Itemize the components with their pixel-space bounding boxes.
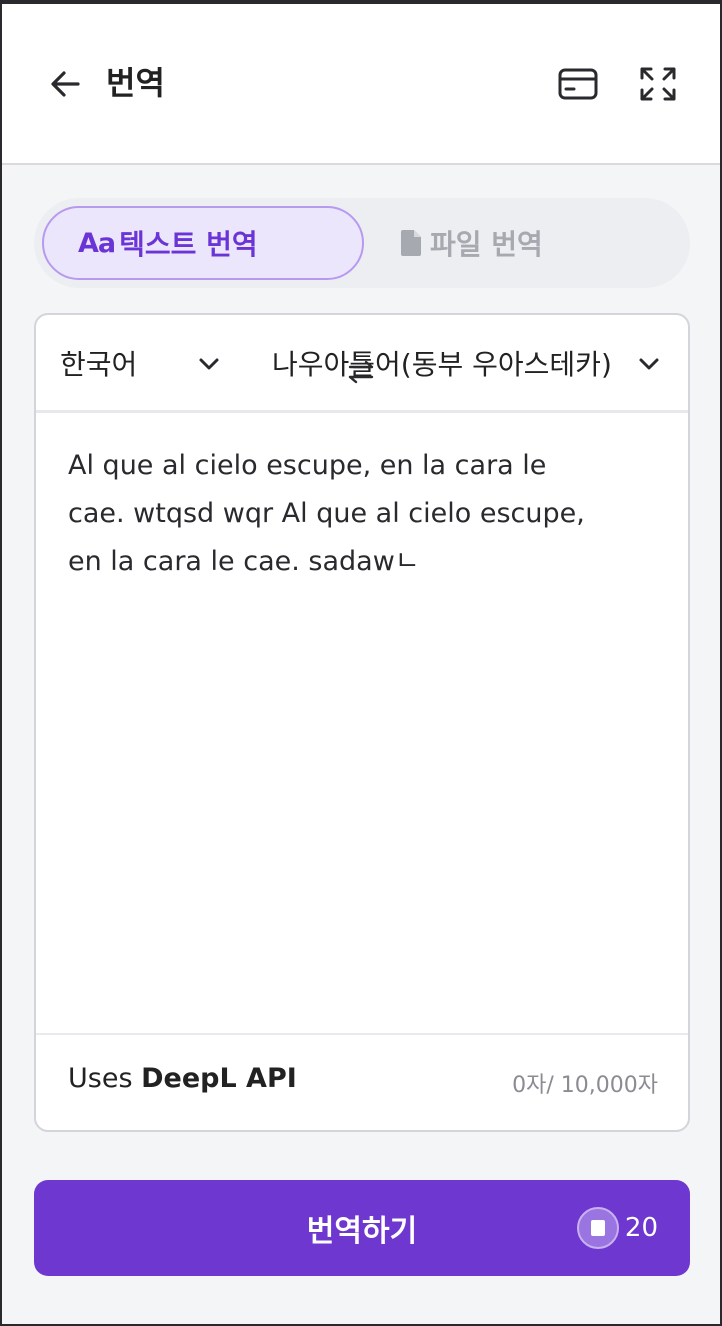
- tab-text-label: 텍스트 번역: [119, 228, 258, 261]
- panel-footer: Uses DeepL API 0자/ 10,000자: [36, 1035, 688, 1130]
- arrow-left-icon[interactable]: [46, 64, 86, 104]
- expand-icon[interactable]: [636, 64, 680, 104]
- tab-text-translation[interactable]: Aa 텍스트 번역: [42, 206, 364, 280]
- provider-prefix: Uses: [68, 1063, 142, 1094]
- target-language-select[interactable]: 나우아틀어(동부 우아스테카): [272, 343, 612, 383]
- chevron-down-icon[interactable]: [636, 351, 662, 377]
- translation-mode-tabs: Aa 텍스트 번역 파일 번역: [34, 198, 690, 288]
- source-language-select[interactable]: 한국어: [60, 343, 137, 383]
- character-counter: 0자/ 10,000자: [512, 1073, 658, 1098]
- credit-card-icon[interactable]: [556, 64, 600, 104]
- file-icon: [401, 230, 421, 256]
- chevron-down-icon[interactable]: [196, 351, 222, 377]
- text-format-icon: Aa: [78, 227, 116, 259]
- app-header: 번역: [0, 0, 722, 165]
- language-selector-bar: 한국어 나우아틀어(동부 우아스테카): [36, 315, 688, 413]
- provider-name: DeepL API: [141, 1063, 297, 1094]
- translation-panel: 한국어 나우아틀어(동부 우아스테카) Al que al cielo escu…: [34, 313, 690, 1132]
- credit-cost: 20: [576, 1206, 658, 1250]
- source-text-input[interactable]: Al que al cielo escupe, en la cara le ca…: [36, 416, 688, 1034]
- credit-amount: 20: [624, 1213, 658, 1243]
- tab-file-label: 파일 번역: [430, 228, 543, 261]
- page-title: 번역: [106, 64, 165, 102]
- tab-file-translation[interactable]: 파일 번역: [400, 206, 680, 280]
- translate-button[interactable]: 번역하기 20: [34, 1180, 690, 1276]
- swap-languages-icon[interactable]: [346, 359, 376, 385]
- source-text-value: Al que al cielo escupe, en la cara le ca…: [68, 450, 585, 577]
- credit-coin-icon: [576, 1207, 619, 1249]
- provider-credit: Uses DeepL API: [68, 1063, 297, 1094]
